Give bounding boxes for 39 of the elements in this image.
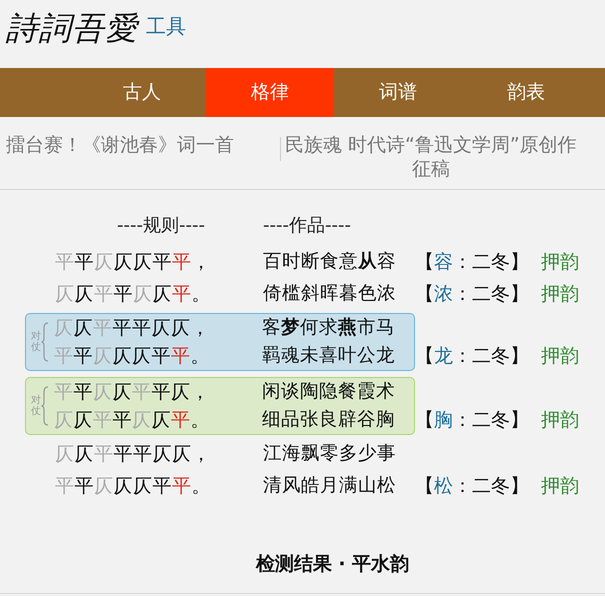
rhyme-note: 【胸：二冬】 [415, 408, 530, 433]
rhyme-note: 【松：二冬】 [415, 474, 530, 499]
rhyme-note: 【浓：二冬】 [415, 282, 530, 307]
poem-line: 百时断食意从容 [263, 250, 397, 274]
tone-pattern: 平平仄仄仄平平。 [55, 474, 211, 499]
logo-subtitle: 工具 [146, 13, 186, 40]
rhyme-status: 押韵 [541, 344, 579, 369]
ticker-link[interactable]: 民族魂 时代诗“鲁迅文学周”原创作 [285, 133, 577, 157]
ticker-link[interactable]: 征稿 [412, 157, 450, 181]
poem-line: 客梦何求燕市马 [262, 316, 396, 340]
tone-pattern: 平平仄仄平平仄， [54, 380, 210, 405]
rhyme-note: 【容：二冬】 [415, 250, 530, 275]
brace-icon [41, 322, 49, 362]
tone-pattern: 平平仄仄仄平平， [55, 250, 211, 275]
result-heading: 检测结果 · 平水韵 [256, 552, 410, 577]
site-logo[interactable]: 詩詞吾愛 [6, 8, 138, 48]
rhyme-note: 【龙：二冬】 [415, 344, 530, 369]
poem-line: 细品张良辟谷胸 [262, 408, 396, 432]
poem-line: 清风皓月满山松 [263, 474, 397, 498]
nav-tab[interactable]: 格律 [206, 68, 334, 117]
poem-line: 羁魂未喜叶公龙 [262, 344, 396, 368]
rules-heading: ----规则---- [117, 215, 205, 236]
ticker-link[interactable]: 擂台赛！《谢池春》词一首 [6, 133, 234, 157]
couplet-label: 对仗 [31, 331, 41, 353]
poem-line: 江海飘零多少事 [263, 442, 397, 466]
tone-pattern: 仄仄平平仄仄平。 [54, 408, 210, 433]
rhyme-status: 押韵 [541, 282, 579, 307]
tone-pattern: 平平仄仄仄平平。 [54, 344, 210, 369]
poem-line: 闲谈陶隐餐霞术 [262, 380, 396, 404]
tone-pattern: 仄仄平平平仄仄， [55, 442, 211, 467]
poem-line: 倚槛斜晖暮色浓 [263, 282, 397, 306]
rhyme-status: 押韵 [541, 250, 579, 275]
rhyme-status: 押韵 [541, 408, 579, 433]
couplet-label: 对仗 [31, 395, 41, 417]
poem-heading: ----作品---- [263, 215, 351, 236]
tone-pattern: 仄仄平平仄仄平。 [55, 282, 211, 307]
brace-icon [41, 386, 49, 426]
tone-pattern: 仄仄平平平仄仄， [54, 316, 210, 341]
rhyme-status: 押韵 [541, 474, 579, 499]
